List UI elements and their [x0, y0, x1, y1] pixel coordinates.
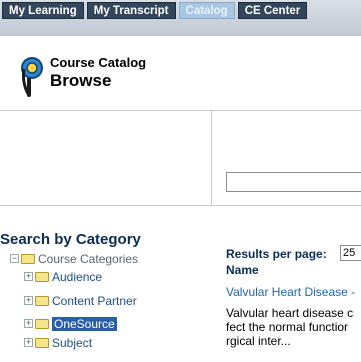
column-divider [211, 110, 212, 205]
folder-icon [35, 271, 49, 282]
section-divider [0, 205, 361, 206]
nav-tabs: My Learning My Transcript Catalog CE Cen… [2, 2, 310, 19]
expand-icon[interactable]: + [24, 272, 33, 282]
expand-icon[interactable]: + [24, 338, 33, 348]
tab-catalog[interactable]: Catalog [178, 2, 235, 19]
p-logo-icon [21, 57, 43, 97]
tab-my-transcript[interactable]: My Transcript [86, 2, 176, 19]
tree-item-subject[interactable]: + Subject [24, 334, 92, 350]
tab-my-learning[interactable]: My Learning [2, 2, 84, 19]
header-divider [0, 110, 361, 111]
results-per-page-input[interactable]: 25 [340, 245, 361, 261]
result-description-line: rgical inter... [226, 334, 291, 348]
result-title-link[interactable]: Valvular Heart Disease - [226, 285, 355, 299]
tree-root-course-categories[interactable]: − Course Categories [10, 250, 138, 266]
tree-item-content-partner[interactable]: + Content Partner [24, 292, 137, 308]
folder-icon [35, 295, 49, 306]
top-navigation-bar: My Learning My Transcript Catalog CE Cen… [0, 0, 361, 36]
folder-icon [35, 337, 49, 348]
tree-item-audience[interactable]: + Audience [24, 268, 102, 284]
result-description: Valvular heart disease c fect the normal… [226, 306, 361, 348]
result-description-line: Valvular heart disease c [226, 306, 354, 320]
results-per-page-label: Results per page: [226, 247, 327, 261]
tab-ce-center[interactable]: CE Center [237, 2, 308, 19]
expand-icon[interactable]: + [24, 319, 33, 329]
page-subtitle: Browse [50, 71, 112, 90]
result-description-line: fect the normal functior [226, 320, 349, 334]
expand-icon[interactable]: + [24, 296, 33, 306]
search-input[interactable] [226, 172, 361, 192]
tree-item-onesource[interactable]: + OneSource [24, 315, 117, 331]
page-title: Course Catalog [50, 55, 147, 70]
category-heading: Search by Category [0, 231, 141, 248]
collapse-icon[interactable]: − [10, 254, 19, 264]
name-column-header[interactable]: Name [226, 263, 259, 277]
folder-icon [35, 318, 49, 329]
folder-icon [21, 253, 35, 264]
